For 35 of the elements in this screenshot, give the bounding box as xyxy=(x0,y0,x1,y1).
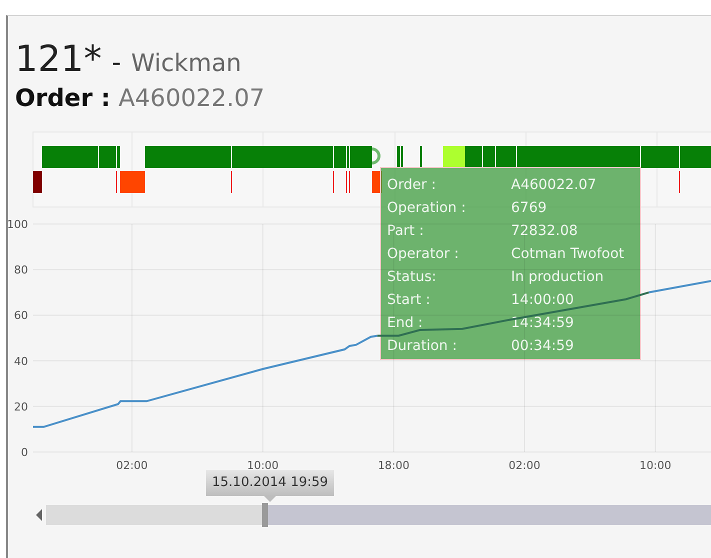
tooltip-label: Duration : xyxy=(387,337,458,356)
tooltip-value: 14:34:59 xyxy=(511,314,574,333)
y-tick-label: 40 xyxy=(14,354,28,368)
tooltip-value: Cotman Twofoot xyxy=(511,245,624,264)
tooltip-value: 14:00:00 xyxy=(511,291,574,310)
x-tick-label: 10:00 xyxy=(246,459,279,472)
title-separator: - xyxy=(112,50,122,76)
y-tick-label: 20 xyxy=(14,400,28,414)
x-tick-label: 02:00 xyxy=(508,459,540,472)
tooltip-label: Status: xyxy=(387,268,438,287)
y-tick-label: 0 xyxy=(21,446,28,459)
tooltip-label: Operator : xyxy=(387,245,460,264)
tooltip-value: 00:34:59 xyxy=(511,337,574,356)
range-handle[interactable] xyxy=(262,503,268,527)
date-tooltip: 15.10.2014 19:59 xyxy=(206,470,334,496)
x-tick-label: 10:00 xyxy=(640,459,672,472)
x-tick-label: 18:00 xyxy=(378,459,410,472)
tooltip-label: Order : xyxy=(387,176,437,195)
y-tick-label: 60 xyxy=(14,309,28,322)
x-tick-label: 02:00 xyxy=(116,459,148,472)
machine-number: 121* xyxy=(15,42,102,78)
tooltip-label: Operation : xyxy=(387,199,467,218)
machine-name: Wickman xyxy=(131,51,242,75)
tooltip-value: A460022.07 xyxy=(511,176,596,195)
tooltip-label: End : xyxy=(387,314,424,333)
scroll-left-icon[interactable] xyxy=(36,509,42,521)
y-tick-label: 100 xyxy=(8,218,28,231)
order-number: A460022.07 xyxy=(118,86,265,110)
tooltip-label: Part : xyxy=(387,222,425,241)
tooltip-label: Start : xyxy=(387,291,432,310)
tooltip-value: In production xyxy=(511,268,604,287)
tooltip-value: 6769 xyxy=(511,199,547,218)
order-label: Order : xyxy=(15,86,110,110)
tooltip-value: 72832.08 xyxy=(511,222,578,241)
y-tick-label: 80 xyxy=(14,264,28,277)
